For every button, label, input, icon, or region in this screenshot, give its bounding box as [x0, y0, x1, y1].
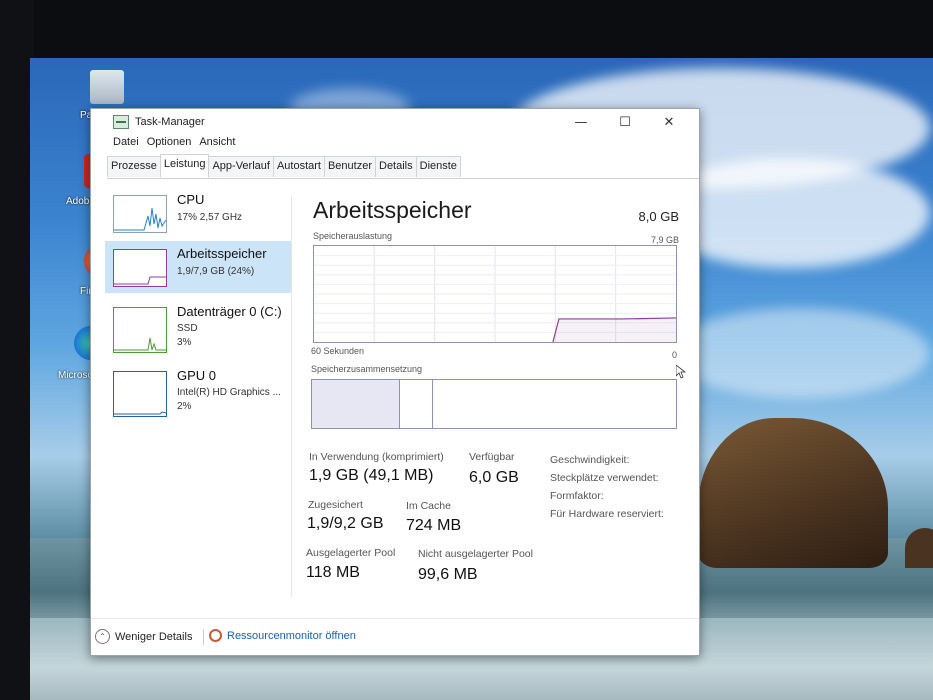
chevron-up-icon: ⌃: [95, 629, 110, 644]
rock-formation: [698, 418, 888, 568]
disk-thumbnail-graph: [113, 307, 167, 353]
sidebar-item-subtitle: SSD: [177, 323, 198, 334]
sidebar-item-subtitle: 3%: [177, 337, 192, 348]
monitor-bezel-left: [0, 0, 34, 700]
in-use-label: In Verwendung (komprimiert): [309, 451, 444, 463]
composition-in-use: [312, 380, 401, 428]
cached-label: Im Cache: [406, 500, 451, 512]
tab-autostart[interactable]: Autostart: [272, 156, 325, 177]
graph-label: Speicherauslastung: [313, 231, 393, 241]
nonpaged-pool-value: 99,6 MB: [418, 566, 478, 583]
sidebar-divider: [291, 197, 292, 597]
prop-speed: Geschwindigkeit:: [550, 454, 630, 466]
tab-bar: Prozesse Leistung App-Verlauf Autostart …: [107, 154, 699, 179]
cpu-thumbnail-graph: [113, 195, 167, 233]
nonpaged-pool-label: Nicht ausgelagerter Pool: [418, 548, 533, 560]
sidebar-item-title: Arbeitsspeicher: [177, 246, 267, 261]
performance-sidebar: CPU 17% 2,57 GHz Arbeitsspeicher 1,9/7,9…: [105, 181, 291, 599]
mouse-cursor-icon: [675, 364, 687, 383]
close-button[interactable]: ✕: [647, 111, 691, 133]
committed-value: 1,9/9,2 GB: [307, 515, 384, 532]
task-manager-window: Task-Manager — ☐ ✕ Datei Optionen Ansich…: [90, 108, 700, 656]
graph-time-right: 0: [671, 350, 677, 360]
composition-label: Speicherzusammensetzung: [311, 364, 423, 374]
task-manager-icon: [113, 115, 129, 129]
sidebar-item-gpu[interactable]: GPU 0 Intel(R) HD Graphics ... 2%: [105, 363, 291, 421]
composition-modified: [399, 380, 434, 428]
cached-value: 724 MB: [406, 517, 462, 534]
tab-details[interactable]: Details: [375, 156, 417, 177]
tab-benutzer[interactable]: Benutzer: [323, 156, 376, 177]
page-title: Arbeitsspeicher: [313, 197, 472, 223]
sidebar-item-title: GPU 0: [177, 368, 217, 383]
tab-app-verlauf[interactable]: App-Verlauf: [208, 156, 274, 177]
title-bar[interactable]: Task-Manager — ☐ ✕: [91, 109, 699, 135]
footer-separator: [203, 629, 204, 645]
total-memory: 8,0 GB: [638, 209, 679, 224]
memory-usage-graph: [313, 245, 677, 343]
available-label: Verfügbar: [469, 451, 515, 463]
sidebar-item-title: CPU: [177, 192, 205, 207]
memory-usage-svg: [314, 246, 677, 343]
prop-hw-reserved: Für Hardware reserviert:: [550, 508, 664, 520]
sidebar-item-subtitle: 1,9/7,9 GB (24%): [177, 266, 255, 277]
fewer-details-button[interactable]: ⌃ Weniger Details: [95, 629, 192, 644]
menu-optionen[interactable]: Optionen: [143, 136, 196, 148]
recycle-bin-icon[interactable]: [90, 70, 124, 104]
committed-label: Zugesichert: [308, 499, 363, 511]
memory-usage-area: [552, 317, 676, 342]
prop-slots: Steckplätze verwendet:: [550, 472, 659, 484]
memory-composition-bar: [311, 379, 677, 429]
desktop-icon-label: Microso: [58, 370, 94, 381]
fewer-details-label: Weniger Details: [115, 630, 193, 643]
tab-leistung[interactable]: Leistung: [159, 154, 210, 178]
graph-max-label: 7,9 GB: [650, 235, 679, 245]
sidebar-item-cpu[interactable]: CPU 17% 2,57 GHz: [105, 187, 291, 239]
menu-bar: Datei Optionen Ansicht: [109, 136, 239, 148]
window-title: Task-Manager: [135, 116, 205, 128]
sidebar-item-subtitle: 2%: [177, 401, 192, 412]
footer-bar: ⌃ Weniger Details Ressourcenmonitor öffn…: [91, 618, 699, 655]
monitor-bezel-top: [0, 0, 933, 62]
graph-time-left: 60 Sekunden: [311, 346, 365, 356]
maximize-button[interactable]: ☐: [603, 111, 647, 133]
sidebar-item-subtitle: 17% 2,57 GHz: [177, 212, 243, 223]
tab-dienste[interactable]: Dienste: [415, 156, 461, 177]
in-use-value: 1,9 GB (49,1 MB): [309, 467, 434, 484]
sidebar-item-disk[interactable]: Datenträger 0 (C:) SSD 3%: [105, 299, 291, 357]
paged-pool-label: Ausgelagerter Pool: [306, 547, 396, 559]
menu-datei[interactable]: Datei: [109, 136, 143, 148]
resource-monitor-label: Ressourcenmonitor öffnen: [227, 629, 356, 642]
minimize-button[interactable]: —: [559, 111, 603, 133]
resource-monitor-link[interactable]: Ressourcenmonitor öffnen: [209, 629, 356, 642]
paged-pool-value: 118 MB: [306, 564, 360, 581]
sidebar-item-subtitle: Intel(R) HD Graphics ...: [177, 387, 281, 398]
prop-formfactor: Formfaktor:: [550, 490, 604, 502]
available-value: 6,0 GB: [469, 469, 519, 486]
gpu-thumbnail-graph: [113, 371, 167, 417]
sidebar-item-memory[interactable]: Arbeitsspeicher 1,9/7,9 GB (24%): [105, 241, 291, 293]
menu-ansicht[interactable]: Ansicht: [195, 136, 239, 148]
tab-prozesse[interactable]: Prozesse: [107, 156, 161, 177]
resource-monitor-icon: [209, 629, 222, 642]
memory-thumbnail-graph: [113, 249, 167, 287]
sidebar-item-title: Datenträger 0 (C:): [177, 304, 282, 319]
